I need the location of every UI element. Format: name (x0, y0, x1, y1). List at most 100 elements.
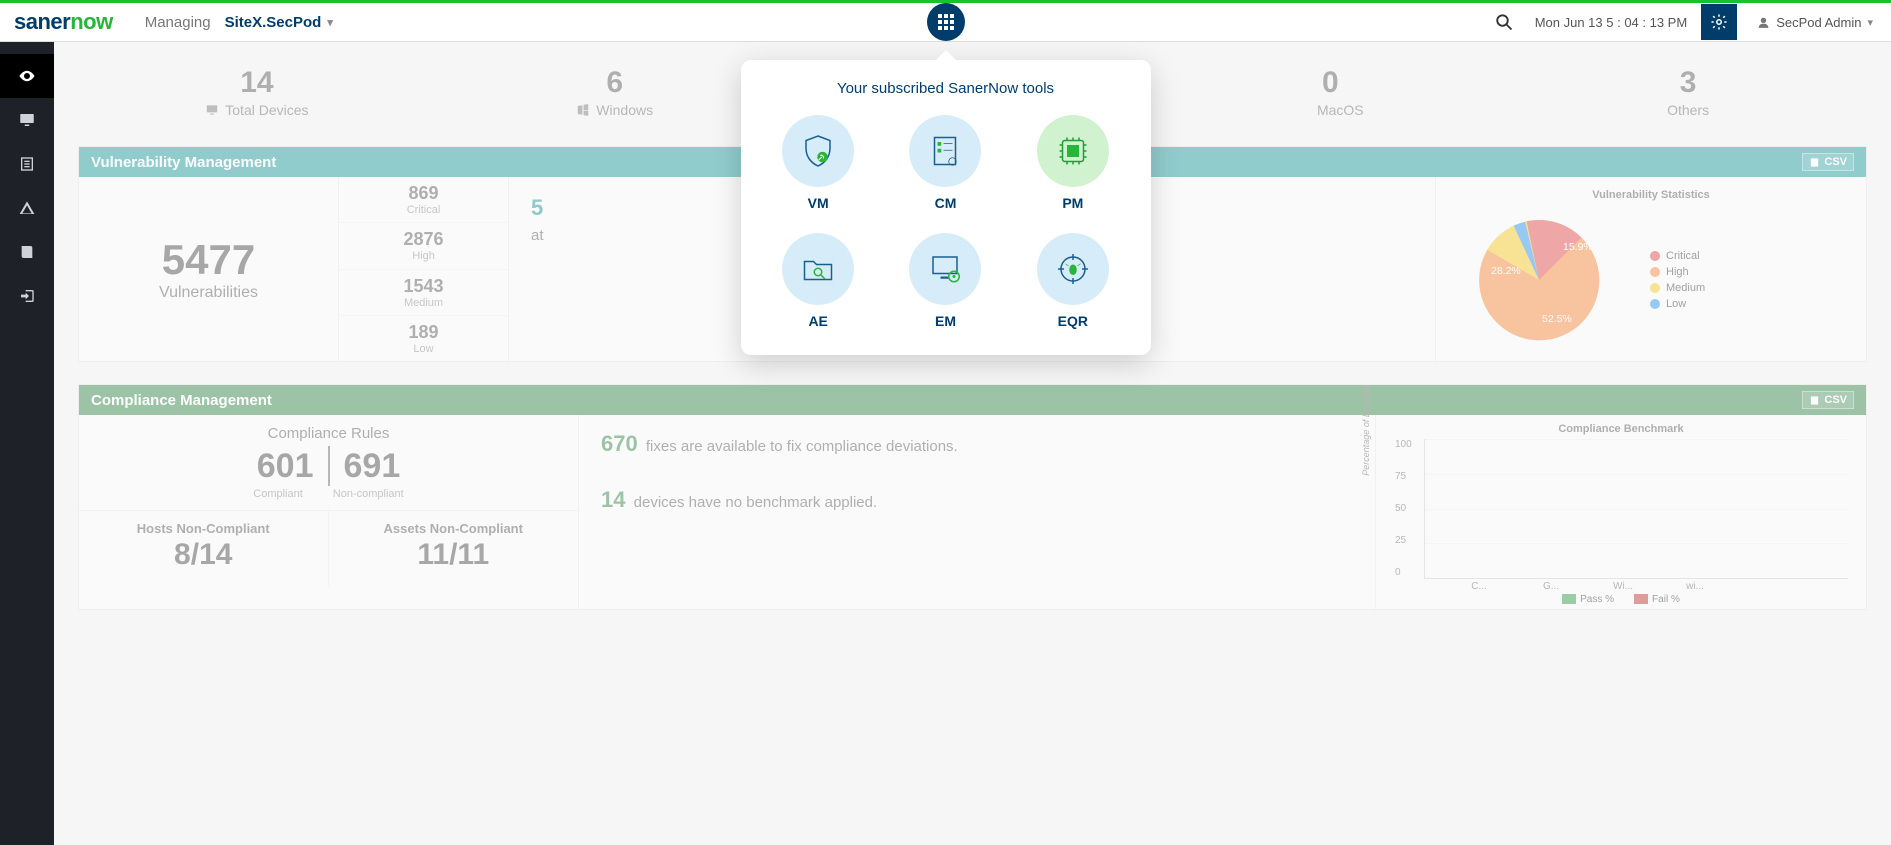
cm-chart-card: Compliance Benchmark Percentage of Devic… (1376, 415, 1866, 609)
compliance-section: Compliance Management CSV Compliance Rul… (78, 384, 1867, 610)
vm-chart-legend: Critical High Medium Low (1650, 246, 1705, 314)
brand-logo: sanernow (0, 9, 113, 35)
tools-popover: Your subscribed SanerNow tools VM CM PM … (741, 60, 1151, 355)
stat-label: MacOS (1317, 102, 1364, 118)
vm-total-label: Vulnerabilities (159, 284, 258, 302)
tool-vm[interactable]: VM (769, 115, 868, 211)
cm-chart-title: Compliance Benchmark (1394, 423, 1848, 435)
app-switcher-button[interactable] (927, 3, 965, 41)
cm-compliant-count: 601 (257, 447, 314, 486)
vm-title: Vulnerability Management (91, 154, 276, 171)
vm-severity-breakdown: 869Critical 2876High 1543Medium 189Low (339, 177, 509, 361)
cm-nobench-count: 14 (601, 487, 625, 512)
cm-header: Compliance Management CSV (79, 385, 1866, 415)
nav-alerts[interactable] (0, 186, 54, 230)
top-bar: sanernow Managing SiteX.SecPod ▾ Mon Jun… (0, 0, 1891, 42)
compliance-bar-chart: 100 75 50 25 0 (1424, 439, 1848, 579)
cm-assets-title: Assets Non-Compliant (329, 521, 579, 536)
tool-label: CM (935, 195, 957, 211)
sev-low[interactable]: 189Low (339, 316, 508, 361)
stat-value: 0 (1151, 66, 1509, 100)
cm-summary-text: 670 fixes are available to fix complianc… (579, 415, 1376, 609)
windows-icon (576, 103, 590, 117)
vulnerability-pie-chart: 15.9% 52.5% 28.2% (1454, 205, 1624, 355)
tool-ae[interactable]: AE (769, 233, 868, 329)
eye-icon (18, 67, 36, 85)
stat-value: 14 (78, 66, 436, 100)
stat-label: Total Devices (225, 102, 308, 118)
list-icon (19, 156, 35, 172)
cm-assets-card: Assets Non-Compliant 11/11 (329, 511, 579, 586)
cm-rules-header: Compliance Rules (79, 425, 578, 442)
stat-value: 3 (1509, 66, 1867, 100)
user-menu[interactable]: SecPod Admin ▾ (1751, 15, 1879, 30)
tool-cm[interactable]: CM (896, 115, 995, 211)
cm-chart-legend: Pass % Fail % (1394, 594, 1848, 605)
brand-part1: saner (14, 9, 70, 35)
vm-chart-card: Vulnerability Statistics 15.9% 52.5% 28.… (1436, 177, 1866, 361)
sev-medium[interactable]: 1543Medium (339, 270, 508, 316)
stat-label: Windows (596, 102, 653, 118)
sev-high[interactable]: 2876High (339, 223, 508, 269)
y-axis-ticks: 100 75 50 25 0 (1395, 439, 1412, 578)
settings-button[interactable] (1701, 4, 1737, 40)
vm-total-card: 5477 Vulnerabilities (79, 177, 339, 361)
popover-title: Your subscribed SanerNow tools (769, 80, 1123, 97)
monitor-gear-icon (927, 251, 963, 287)
sev-critical[interactable]: 869Critical (339, 177, 508, 223)
tool-label: PM (1062, 195, 1083, 211)
cm-y-axis-label: Percentage of Devices (1361, 385, 1371, 476)
cm-fixes-count: 670 (601, 431, 638, 456)
cm-csv-export[interactable]: CSV (1802, 391, 1854, 409)
search-icon (1495, 13, 1513, 31)
divider (328, 446, 330, 486)
shield-link-icon (800, 133, 836, 169)
tool-label: EM (935, 313, 956, 329)
vm-total: 5477 (162, 236, 255, 284)
nav-reports[interactable] (0, 142, 54, 186)
apple-icon (1297, 103, 1311, 117)
grid-icon (937, 13, 955, 31)
folder-search-icon (800, 251, 836, 287)
checklist-icon (927, 133, 963, 169)
cm-title: Compliance Management (91, 392, 272, 409)
tool-label: EQR (1058, 313, 1088, 329)
book-icon (19, 244, 35, 260)
exit-icon (19, 288, 35, 304)
user-icon (1757, 16, 1770, 29)
stat-total-devices[interactable]: 14 Total Devices (78, 60, 436, 128)
bug-target-icon (1055, 251, 1091, 287)
tool-label: VM (808, 195, 829, 211)
svg-text:15.9%: 15.9% (1563, 241, 1593, 253)
nav-logout[interactable] (0, 274, 54, 318)
stat-macos[interactable]: 0 MacOS (1151, 60, 1509, 128)
site-picker[interactable]: SiteX.SecPod ▾ (225, 14, 333, 31)
nav-devices[interactable] (0, 98, 54, 142)
monitor-icon (18, 111, 36, 129)
cm-hosts-value: 8/14 (79, 538, 328, 572)
cm-rules-card: Compliance Rules 601 691 Compliant Non-c… (79, 415, 579, 609)
cm-noncompliant-label: Non-compliant (333, 488, 404, 500)
tool-pm[interactable]: PM (1023, 115, 1122, 211)
sidebar (0, 42, 54, 845)
nav-docs[interactable] (0, 230, 54, 274)
cm-hosts-card: Hosts Non-Compliant 8/14 (79, 511, 329, 586)
chevron-down-icon: ▾ (327, 16, 333, 29)
stat-others[interactable]: 3 Others (1509, 60, 1867, 128)
nav-overview[interactable] (0, 54, 54, 98)
vm-chart-title: Vulnerability Statistics (1454, 189, 1848, 201)
warning-icon (19, 200, 35, 216)
search-button[interactable] (1487, 5, 1521, 39)
stat-label: Others (1667, 102, 1709, 118)
vm-csv-export[interactable]: CSV (1802, 153, 1854, 171)
tool-em[interactable]: EM (896, 233, 995, 329)
gear-icon (1710, 13, 1728, 31)
datetime-label: Mon Jun 13 5 : 04 : 13 PM (1535, 15, 1687, 30)
cm-hosts-title: Hosts Non-Compliant (79, 521, 328, 536)
monitor-icon (205, 103, 219, 117)
managing-label: Managing (145, 14, 211, 31)
svg-text:28.2%: 28.2% (1491, 265, 1521, 277)
cm-compliant-label: Compliant (253, 488, 303, 500)
file-icon (1809, 157, 1820, 168)
tool-eqr[interactable]: EQR (1023, 233, 1122, 329)
